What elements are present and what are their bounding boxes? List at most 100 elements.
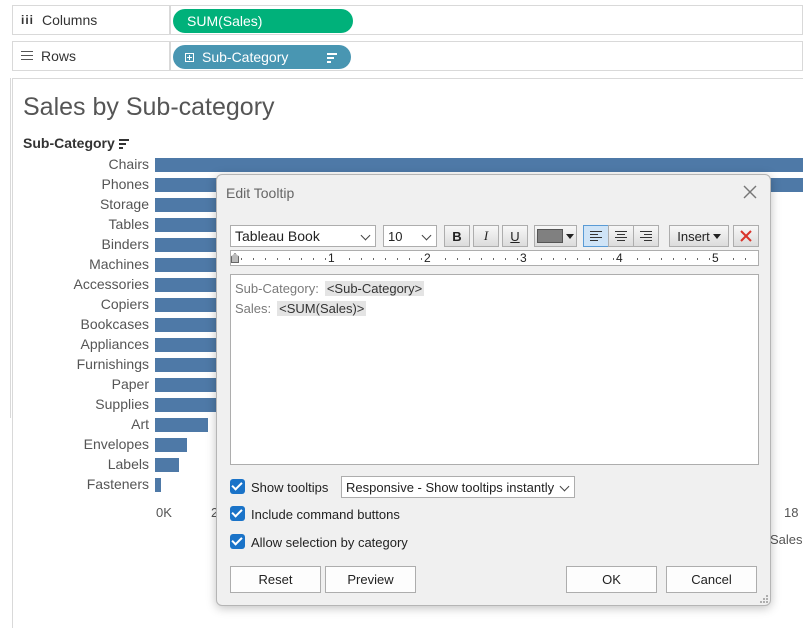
ruler-tick bbox=[349, 258, 350, 260]
rows-shelf-area[interactable]: Sub-Category bbox=[170, 41, 803, 71]
tooltip-mode-value: Responsive - Show tooltips instantly bbox=[346, 479, 555, 495]
ruler-tick bbox=[325, 258, 326, 260]
clear-formatting-button[interactable] bbox=[733, 225, 759, 247]
show-tooltips-checkbox[interactable] bbox=[230, 479, 245, 494]
category-label: Copiers bbox=[100, 296, 149, 312]
ruler-number-4: 4 bbox=[616, 251, 623, 265]
bar[interactable] bbox=[155, 438, 187, 452]
ruler-tick bbox=[709, 258, 710, 260]
font-family-dropdown[interactable]: Tableau Book bbox=[230, 225, 376, 247]
sub-category-label: Sub-Category: bbox=[235, 281, 319, 296]
bold-button[interactable]: B bbox=[444, 225, 470, 247]
italic-button[interactable]: I bbox=[473, 225, 499, 247]
resize-grip-icon[interactable] bbox=[757, 592, 769, 604]
ruler-tick bbox=[505, 258, 506, 260]
underline-button[interactable]: U bbox=[502, 225, 528, 247]
tooltip-mode-dropdown[interactable]: Responsive - Show tooltips instantly bbox=[341, 476, 575, 498]
sub-category-pill[interactable]: Sub-Category bbox=[173, 45, 351, 69]
ruler-number-3: 3 bbox=[520, 251, 527, 265]
ruler-tick bbox=[241, 258, 242, 260]
reset-button[interactable]: Reset bbox=[230, 566, 321, 593]
allow-selection-checkbox[interactable] bbox=[230, 534, 245, 549]
sort-icon[interactable] bbox=[118, 138, 129, 149]
ruler-tick bbox=[421, 258, 422, 260]
triangle-down-icon bbox=[566, 233, 574, 239]
ruler-tick bbox=[601, 258, 602, 260]
axis-tick-2: 18 bbox=[784, 505, 799, 520]
align-left-button[interactable] bbox=[583, 225, 609, 247]
sum-sales-field[interactable]: <SUM(Sales)> bbox=[277, 301, 367, 316]
category-label: Machines bbox=[89, 256, 149, 272]
font-color-button[interactable] bbox=[534, 225, 577, 247]
ruler-tick bbox=[445, 258, 446, 260]
ruler-tick bbox=[541, 258, 542, 260]
ruler-tick bbox=[649, 258, 650, 260]
font-size-dropdown[interactable]: 10 bbox=[383, 225, 437, 247]
category-label: Phones bbox=[101, 176, 149, 192]
tooltip-editor[interactable]: Sub-Category: <Sub-Category> Sales: <SUM… bbox=[230, 274, 759, 465]
ruler-tick bbox=[385, 258, 386, 260]
ruler-tick bbox=[673, 258, 674, 260]
close-icon[interactable] bbox=[741, 183, 759, 201]
sales-label: Sales: bbox=[235, 301, 272, 316]
left-pane bbox=[0, 78, 11, 418]
dialog-title: Edit Tooltip bbox=[226, 185, 295, 201]
category-label: Tables bbox=[108, 216, 149, 232]
bar[interactable] bbox=[155, 478, 161, 492]
columns-shelf: iii Columns SUM(Sales) bbox=[0, 3, 803, 36]
category-label: Chairs bbox=[108, 156, 149, 172]
ruler-number-5: 5 bbox=[712, 251, 719, 265]
ruler-tick bbox=[613, 258, 614, 260]
sheet-title: Sales by Sub-category bbox=[23, 93, 275, 121]
ruler-tick bbox=[361, 258, 362, 260]
ruler-indent-marker[interactable] bbox=[231, 253, 239, 263]
insert-button[interactable]: Insert bbox=[669, 225, 729, 247]
category-label: Paper bbox=[111, 376, 149, 392]
category-label: Storage bbox=[99, 196, 149, 212]
ruler-tick bbox=[469, 258, 470, 260]
columns-label: Columns bbox=[42, 12, 98, 28]
ruler-number-1: 1 bbox=[328, 251, 335, 265]
ruler-tick bbox=[733, 258, 734, 260]
columns-icon: iii bbox=[21, 13, 35, 27]
ok-button[interactable]: OK bbox=[566, 566, 657, 593]
align-right-button[interactable] bbox=[633, 225, 659, 247]
columns-shelf-area[interactable]: SUM(Sales) bbox=[170, 5, 803, 35]
sub-category-header[interactable]: Sub-Category bbox=[23, 135, 129, 151]
bar[interactable] bbox=[155, 418, 208, 432]
ruler-tick bbox=[277, 258, 278, 260]
ruler-tick bbox=[457, 258, 458, 260]
triangle-down-icon bbox=[712, 233, 721, 239]
category-label: Accessories bbox=[73, 276, 149, 292]
category-label: Supplies bbox=[95, 396, 149, 412]
rows-shelf-label: Rows bbox=[12, 41, 170, 71]
rows-icon bbox=[21, 51, 33, 61]
category-label: Labels bbox=[107, 456, 149, 472]
align-center-button[interactable] bbox=[608, 225, 634, 247]
cancel-button[interactable]: Cancel bbox=[666, 566, 757, 593]
chevron-down-icon bbox=[360, 230, 371, 241]
align-right-icon bbox=[640, 231, 652, 241]
sub-category-field[interactable]: <Sub-Category> bbox=[324, 281, 425, 296]
edit-tooltip-dialog: Edit Tooltip Tableau Book 10 B I U Inser… bbox=[216, 174, 771, 606]
ruler[interactable]: 1 2 3 4 5 bbox=[230, 250, 759, 266]
bar[interactable] bbox=[155, 458, 179, 472]
ruler-tick bbox=[265, 258, 266, 260]
sum-sales-pill[interactable]: SUM(Sales) bbox=[173, 9, 353, 33]
category-label: Furnishings bbox=[76, 356, 149, 372]
align-left-icon bbox=[590, 231, 602, 241]
sub-category-header-label: Sub-Category bbox=[23, 135, 115, 151]
category-label: Envelopes bbox=[83, 436, 149, 452]
ruler-tick bbox=[409, 258, 410, 260]
preview-button[interactable]: Preview bbox=[325, 566, 416, 593]
bar[interactable] bbox=[155, 158, 803, 172]
ruler-tick bbox=[661, 258, 662, 260]
include-buttons-checkbox[interactable] bbox=[230, 506, 245, 521]
expand-icon[interactable] bbox=[185, 52, 194, 62]
allow-selection-label: Allow selection by category bbox=[251, 535, 408, 550]
ruler-tick bbox=[589, 258, 590, 260]
category-label: Art bbox=[131, 416, 149, 432]
ruler-tick bbox=[745, 258, 746, 260]
sort-descending-icon[interactable] bbox=[327, 52, 337, 63]
ruler-tick bbox=[493, 258, 494, 260]
